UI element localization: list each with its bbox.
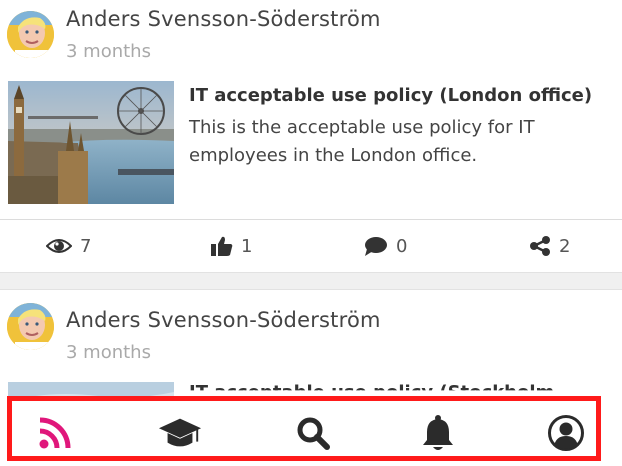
shares-count: 2: [559, 235, 571, 257]
nav-feed-tab[interactable]: [33, 413, 77, 453]
article-thumbnail[interactable]: [8, 81, 174, 204]
article-description: This is the acceptable use policy for IT…: [189, 117, 535, 166]
author-avatar[interactable]: [7, 303, 54, 350]
bottom-navigation-bar: [7, 396, 601, 461]
thumbs-up-icon: [211, 236, 233, 256]
likes-stat[interactable]: 1: [211, 234, 252, 258]
user-circle-icon: [548, 415, 584, 451]
search-icon: [297, 417, 330, 450]
post-stats-bar: 7 1 0 2: [0, 220, 622, 272]
likes-count: 1: [241, 235, 253, 257]
comments-count: 0: [396, 235, 408, 257]
article-title[interactable]: IT acceptable use policy (London office): [189, 85, 592, 106]
avatar-photo: [7, 303, 54, 350]
graduation-cap-icon: [158, 418, 202, 447]
eye-icon: [46, 239, 72, 253]
post-timestamp: 3 months: [66, 41, 151, 62]
post-separator: [0, 272, 622, 290]
avatar-photo: [7, 11, 54, 58]
comment-icon: [365, 237, 387, 256]
views-count: 7: [80, 235, 92, 257]
author-name[interactable]: Anders Svensson-Söderström: [66, 308, 381, 332]
post-timestamp: 3 months: [66, 342, 151, 363]
nav-profile-tab[interactable]: [544, 413, 588, 453]
author-avatar[interactable]: [7, 11, 54, 58]
london-skyline-image: [8, 81, 174, 204]
nav-notifications-tab[interactable]: [416, 413, 460, 453]
views-stat[interactable]: 7: [46, 234, 91, 258]
nav-learning-tab[interactable]: [158, 413, 202, 453]
rss-feed-icon: [39, 417, 71, 449]
share-icon: [530, 236, 550, 256]
news-feed: Anders Svensson-Söderström 3 months IT a…: [0, 0, 622, 466]
bell-icon: [423, 415, 453, 450]
nav-search-tab[interactable]: [291, 413, 335, 453]
shares-stat[interactable]: 2: [529, 234, 570, 258]
comments-stat[interactable]: 0: [364, 234, 407, 258]
feed-post[interactable]: Anders Svensson-Söderström 3 months IT a…: [0, 0, 622, 272]
author-name[interactable]: Anders Svensson-Söderström: [66, 7, 381, 31]
